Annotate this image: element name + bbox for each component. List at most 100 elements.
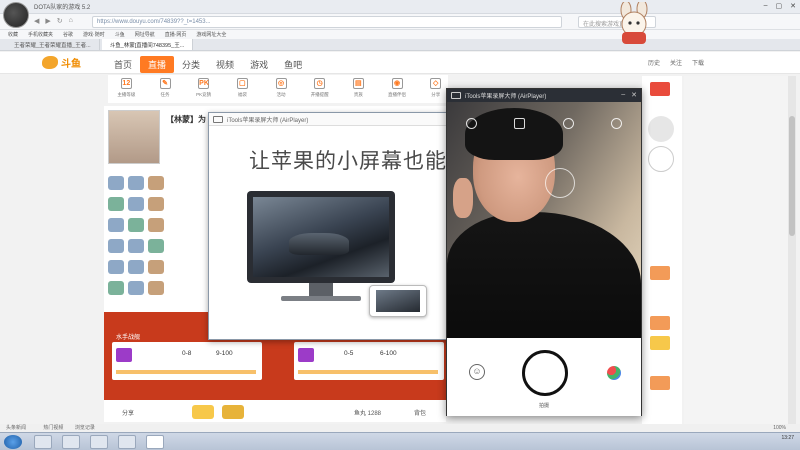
flash-icon[interactable] <box>465 117 477 129</box>
panda-avatar[interactable] <box>648 146 674 172</box>
taskbar-folder-icon[interactable] <box>118 435 136 449</box>
status-videos[interactable]: 热门视频 <box>43 425 63 431</box>
badge-icon[interactable] <box>148 176 164 190</box>
badge-icon[interactable] <box>148 239 164 253</box>
bookmark-item[interactable]: 直播·网页 <box>165 31 187 38</box>
follow-link[interactable]: 关注 <box>670 58 682 67</box>
rank-badge[interactable] <box>650 376 670 390</box>
share-button[interactable]: 分享 <box>122 408 134 417</box>
badge-icon[interactable] <box>108 260 124 274</box>
refresh-icon[interactable]: ↻ <box>57 17 63 25</box>
nav-category[interactable]: 分类 <box>174 56 208 73</box>
minimize-icon[interactable]: – <box>764 2 768 10</box>
douyu-logo[interactable]: 斗鱼 <box>42 55 81 70</box>
promo-progress <box>116 370 256 374</box>
tool-noble[interactable]: ▤ 贵族 <box>346 75 371 103</box>
rank-badge[interactable] <box>650 316 670 330</box>
start-button[interactable] <box>4 435 22 449</box>
gift-icon[interactable] <box>222 405 244 419</box>
nav-video[interactable]: 视频 <box>208 56 242 73</box>
zoom-level[interactable]: 100% <box>773 425 786 431</box>
page-scrollbar[interactable] <box>788 76 796 430</box>
badge-icon[interactable] <box>108 239 124 253</box>
tab-douyu[interactable]: 斗鱼_林蒙[直播间748395_王... <box>101 39 194 50</box>
badge-icon[interactable] <box>128 197 144 211</box>
airplayer-camera-titlebar[interactable]: iTools苹果录屏大师 (AirPlayer) – ✕ <box>447 89 641 102</box>
airplayer-main-titlebar[interactable]: iTools苹果录屏大师 (AirPlayer) <box>209 113 449 126</box>
download-link[interactable]: 下载 <box>692 58 704 67</box>
tool-companion[interactable]: ◉ 直播伴侣 <box>385 75 410 103</box>
badge-icon[interactable] <box>128 260 144 274</box>
gift-badge[interactable] <box>650 336 670 350</box>
badge-icon[interactable] <box>108 218 124 232</box>
badge-icon[interactable] <box>148 218 164 232</box>
emoji-icon[interactable]: ☺ <box>469 364 485 380</box>
hdr-icon[interactable] <box>514 117 526 129</box>
badge-icon[interactable] <box>128 176 144 190</box>
history-link[interactable]: 历史 <box>648 58 660 67</box>
status-news[interactable]: 头条新闻 <box>6 425 26 431</box>
airplayer-main-window[interactable]: iTools苹果录屏大师 (AirPlayer) 让苹果的小屏幕也能 <box>208 112 450 340</box>
airplayer-camera-window[interactable]: iTools苹果录屏大师 (AirPlayer) – ✕ ☺ 拍摄 <box>446 88 642 416</box>
maximize-icon[interactable]: ▢ <box>776 2 783 10</box>
taskbar-explorer-icon[interactable] <box>62 435 80 449</box>
tool-reminder[interactable]: ◷ 开播提醒 <box>307 75 332 103</box>
live-photo-icon[interactable] <box>562 117 574 129</box>
url-input[interactable]: https://www.douyu.com/74839??_t=1453... <box>92 16 562 28</box>
bookmark-item[interactable]: 收藏 <box>8 31 18 38</box>
badge-icon[interactable] <box>148 260 164 274</box>
system-clock[interactable]: 13:27 <box>781 435 794 442</box>
minimize-icon[interactable]: – <box>621 91 625 99</box>
badge-icon[interactable] <box>148 197 164 211</box>
bookmark-item[interactable]: 斗鱼 <box>115 31 125 38</box>
tool-share[interactable]: ◇ 分享 <box>423 75 448 103</box>
badge-icon[interactable] <box>108 197 124 211</box>
camera-viewport[interactable] <box>447 102 641 338</box>
bookmark-item[interactable]: 游戏·随时 <box>83 31 105 38</box>
nav-home[interactable]: 首页 <box>106 56 140 73</box>
back-icon[interactable]: ◀ <box>34 17 39 25</box>
bookmark-item[interactable]: 手机收藏夹 <box>28 31 53 38</box>
tool-level[interactable]: 12 主播等级 <box>114 75 139 103</box>
badge-icon[interactable] <box>108 176 124 190</box>
tool-task[interactable]: ✎ 任务 <box>153 75 178 103</box>
bookmark-item[interactable]: 网址导航 <box>135 31 155 38</box>
bookmark-item[interactable]: 谷歌 <box>63 31 73 38</box>
badge-icon[interactable] <box>128 281 144 295</box>
app-avatar[interactable] <box>3 2 29 28</box>
scroll-thumb[interactable] <box>789 116 795 236</box>
status-history[interactable]: 浏览记录 <box>75 425 95 431</box>
nav-yuba[interactable]: 鱼吧 <box>276 56 310 73</box>
streamer-avatar[interactable] <box>108 110 160 164</box>
user-avatar[interactable] <box>648 116 674 142</box>
flip-camera-icon[interactable] <box>611 117 623 129</box>
home-icon[interactable]: ⌂ <box>69 17 73 25</box>
badge-icon[interactable] <box>128 239 144 253</box>
nav-live[interactable]: 直播 <box>140 56 175 73</box>
promo-card[interactable]: 水手战舰 0-8 9-100 <box>112 335 262 380</box>
badge-icon[interactable] <box>128 218 144 232</box>
badge-icon[interactable] <box>108 281 124 295</box>
gift-icon[interactable] <box>192 405 214 419</box>
tool-bag[interactable]: ▢ 福袋 <box>230 75 255 103</box>
rank-badge[interactable] <box>650 266 670 280</box>
close-icon[interactable]: ✕ <box>631 91 637 99</box>
badge-icon[interactable] <box>148 281 164 295</box>
shutter-button[interactable] <box>522 350 568 396</box>
taskbar-ie-icon[interactable] <box>34 435 52 449</box>
backpack-button[interactable]: 背包 <box>414 408 426 417</box>
effects-icon[interactable] <box>607 366 621 380</box>
close-icon[interactable]: ✕ <box>790 2 796 10</box>
streamer-name: 【林蒙】为 <box>166 115 206 124</box>
promo-card[interactable]: 0-5 6-100 <box>294 342 444 380</box>
taskbar-media-icon[interactable] <box>90 435 108 449</box>
tool-event[interactable]: ◎ 活动 <box>269 75 294 103</box>
monitor-stand <box>309 283 333 297</box>
nav-games[interactable]: 游戏 <box>242 56 276 73</box>
bookmark-item[interactable]: 游戏网址大全 <box>196 31 226 38</box>
hot-badge[interactable] <box>650 82 670 96</box>
forward-icon[interactable]: ▶ <box>45 17 50 25</box>
taskbar-browser-icon[interactable] <box>146 435 164 449</box>
tool-pk[interactable]: PK PK竞猜 <box>191 75 216 103</box>
tab-wangzhe[interactable]: 王者荣耀_王者荣耀直播_王者... <box>6 39 100 50</box>
